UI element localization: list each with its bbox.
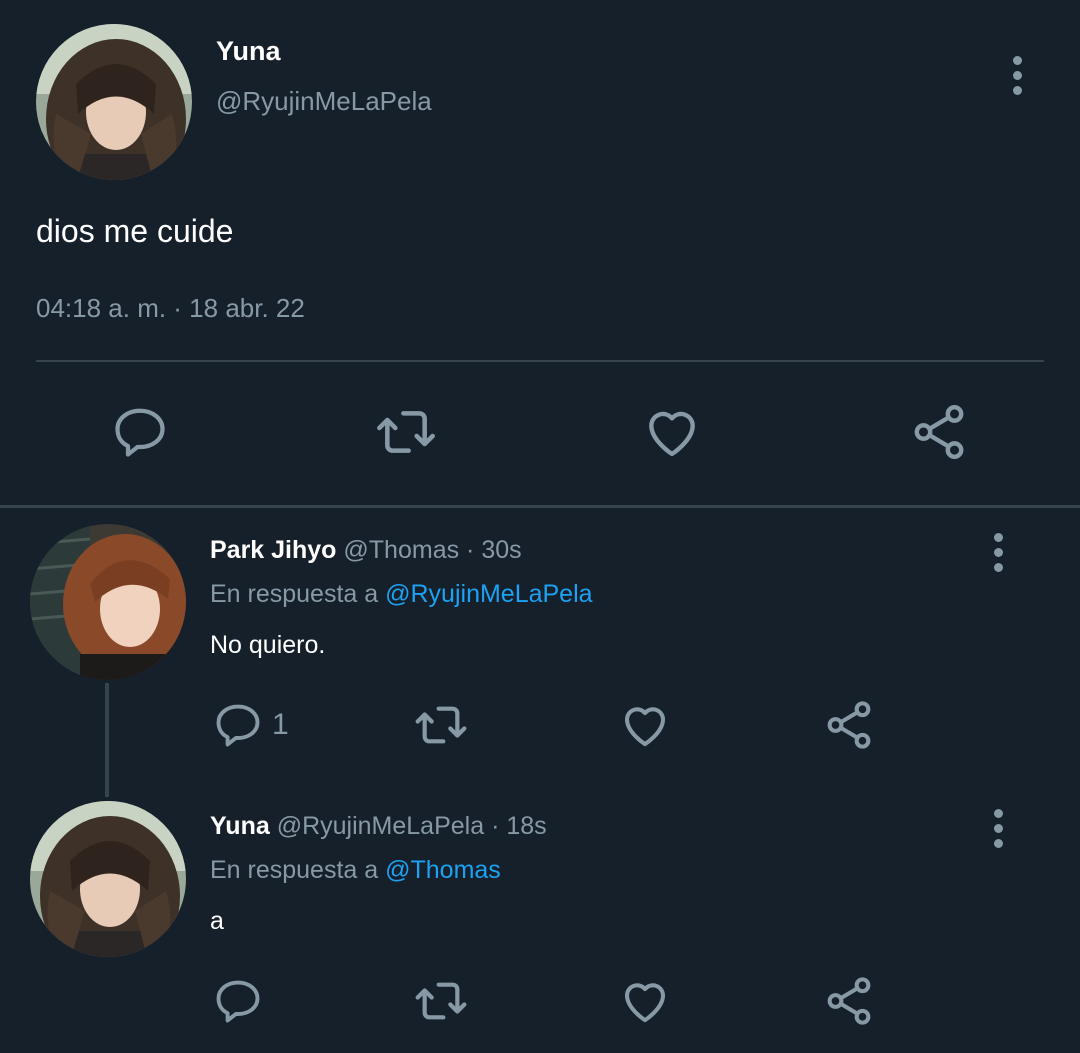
avatar-park-jihyo[interactable] <box>30 524 186 680</box>
author-name[interactable]: Yuna <box>216 34 281 68</box>
like-icon[interactable] <box>640 400 704 464</box>
avatar-yuna[interactable] <box>36 24 192 180</box>
reply-header: Yuna @RyujinMeLaPela · 18s <box>210 809 547 843</box>
more-options-icon[interactable] <box>997 47 1037 103</box>
like-icon[interactable] <box>613 969 677 1033</box>
like-icon[interactable] <box>613 693 677 757</box>
more-options-icon[interactable] <box>978 524 1018 580</box>
reply-time[interactable]: · 18s <box>491 812 547 840</box>
retweet-icon[interactable] <box>409 969 473 1033</box>
mention-link[interactable]: @RyujinMeLaPela <box>385 580 592 608</box>
reply-icon[interactable] <box>206 969 270 1033</box>
tweet-text: dios me cuide <box>36 213 234 249</box>
divider <box>36 360 1044 362</box>
in-reply-to: En respuesta a @Thomas <box>210 853 501 887</box>
reply-author-name[interactable]: Park Jihyo <box>210 536 336 564</box>
thread-line <box>105 683 109 797</box>
reply-author-name[interactable]: Yuna <box>210 812 270 840</box>
reply-icon[interactable] <box>108 400 172 464</box>
mention-link[interactable]: @Thomas <box>385 856 501 884</box>
avatar-yuna[interactable] <box>30 801 186 957</box>
share-icon[interactable] <box>817 969 881 1033</box>
more-options-icon[interactable] <box>978 800 1018 856</box>
share-icon[interactable] <box>817 693 881 757</box>
in-reply-prefix: En respuesta a <box>210 856 379 884</box>
reply-header: Park Jihyo @Thomas · 30s <box>210 533 522 567</box>
in-reply-prefix: En respuesta a <box>210 580 379 608</box>
reply-text: a <box>210 907 224 935</box>
reply-author-handle[interactable]: @Thomas <box>343 536 459 564</box>
reply-count: 1 <box>272 708 289 741</box>
section-divider <box>0 505 1080 508</box>
retweet-icon[interactable] <box>374 400 438 464</box>
retweet-icon[interactable] <box>409 693 473 757</box>
reply-author-handle[interactable]: @RyujinMeLaPela <box>277 812 484 840</box>
reply-icon[interactable] <box>206 693 270 757</box>
tweet-timestamp[interactable]: 04:18 a. m. · 18 abr. 22 <box>36 290 305 326</box>
share-icon[interactable] <box>907 400 971 464</box>
reply-time[interactable]: · 30s <box>466 536 522 564</box>
reply-text: No quiero. <box>210 631 326 659</box>
author-handle[interactable]: @RyujinMeLaPela <box>216 84 432 118</box>
in-reply-to: En respuesta a @RyujinMeLaPela <box>210 577 593 611</box>
